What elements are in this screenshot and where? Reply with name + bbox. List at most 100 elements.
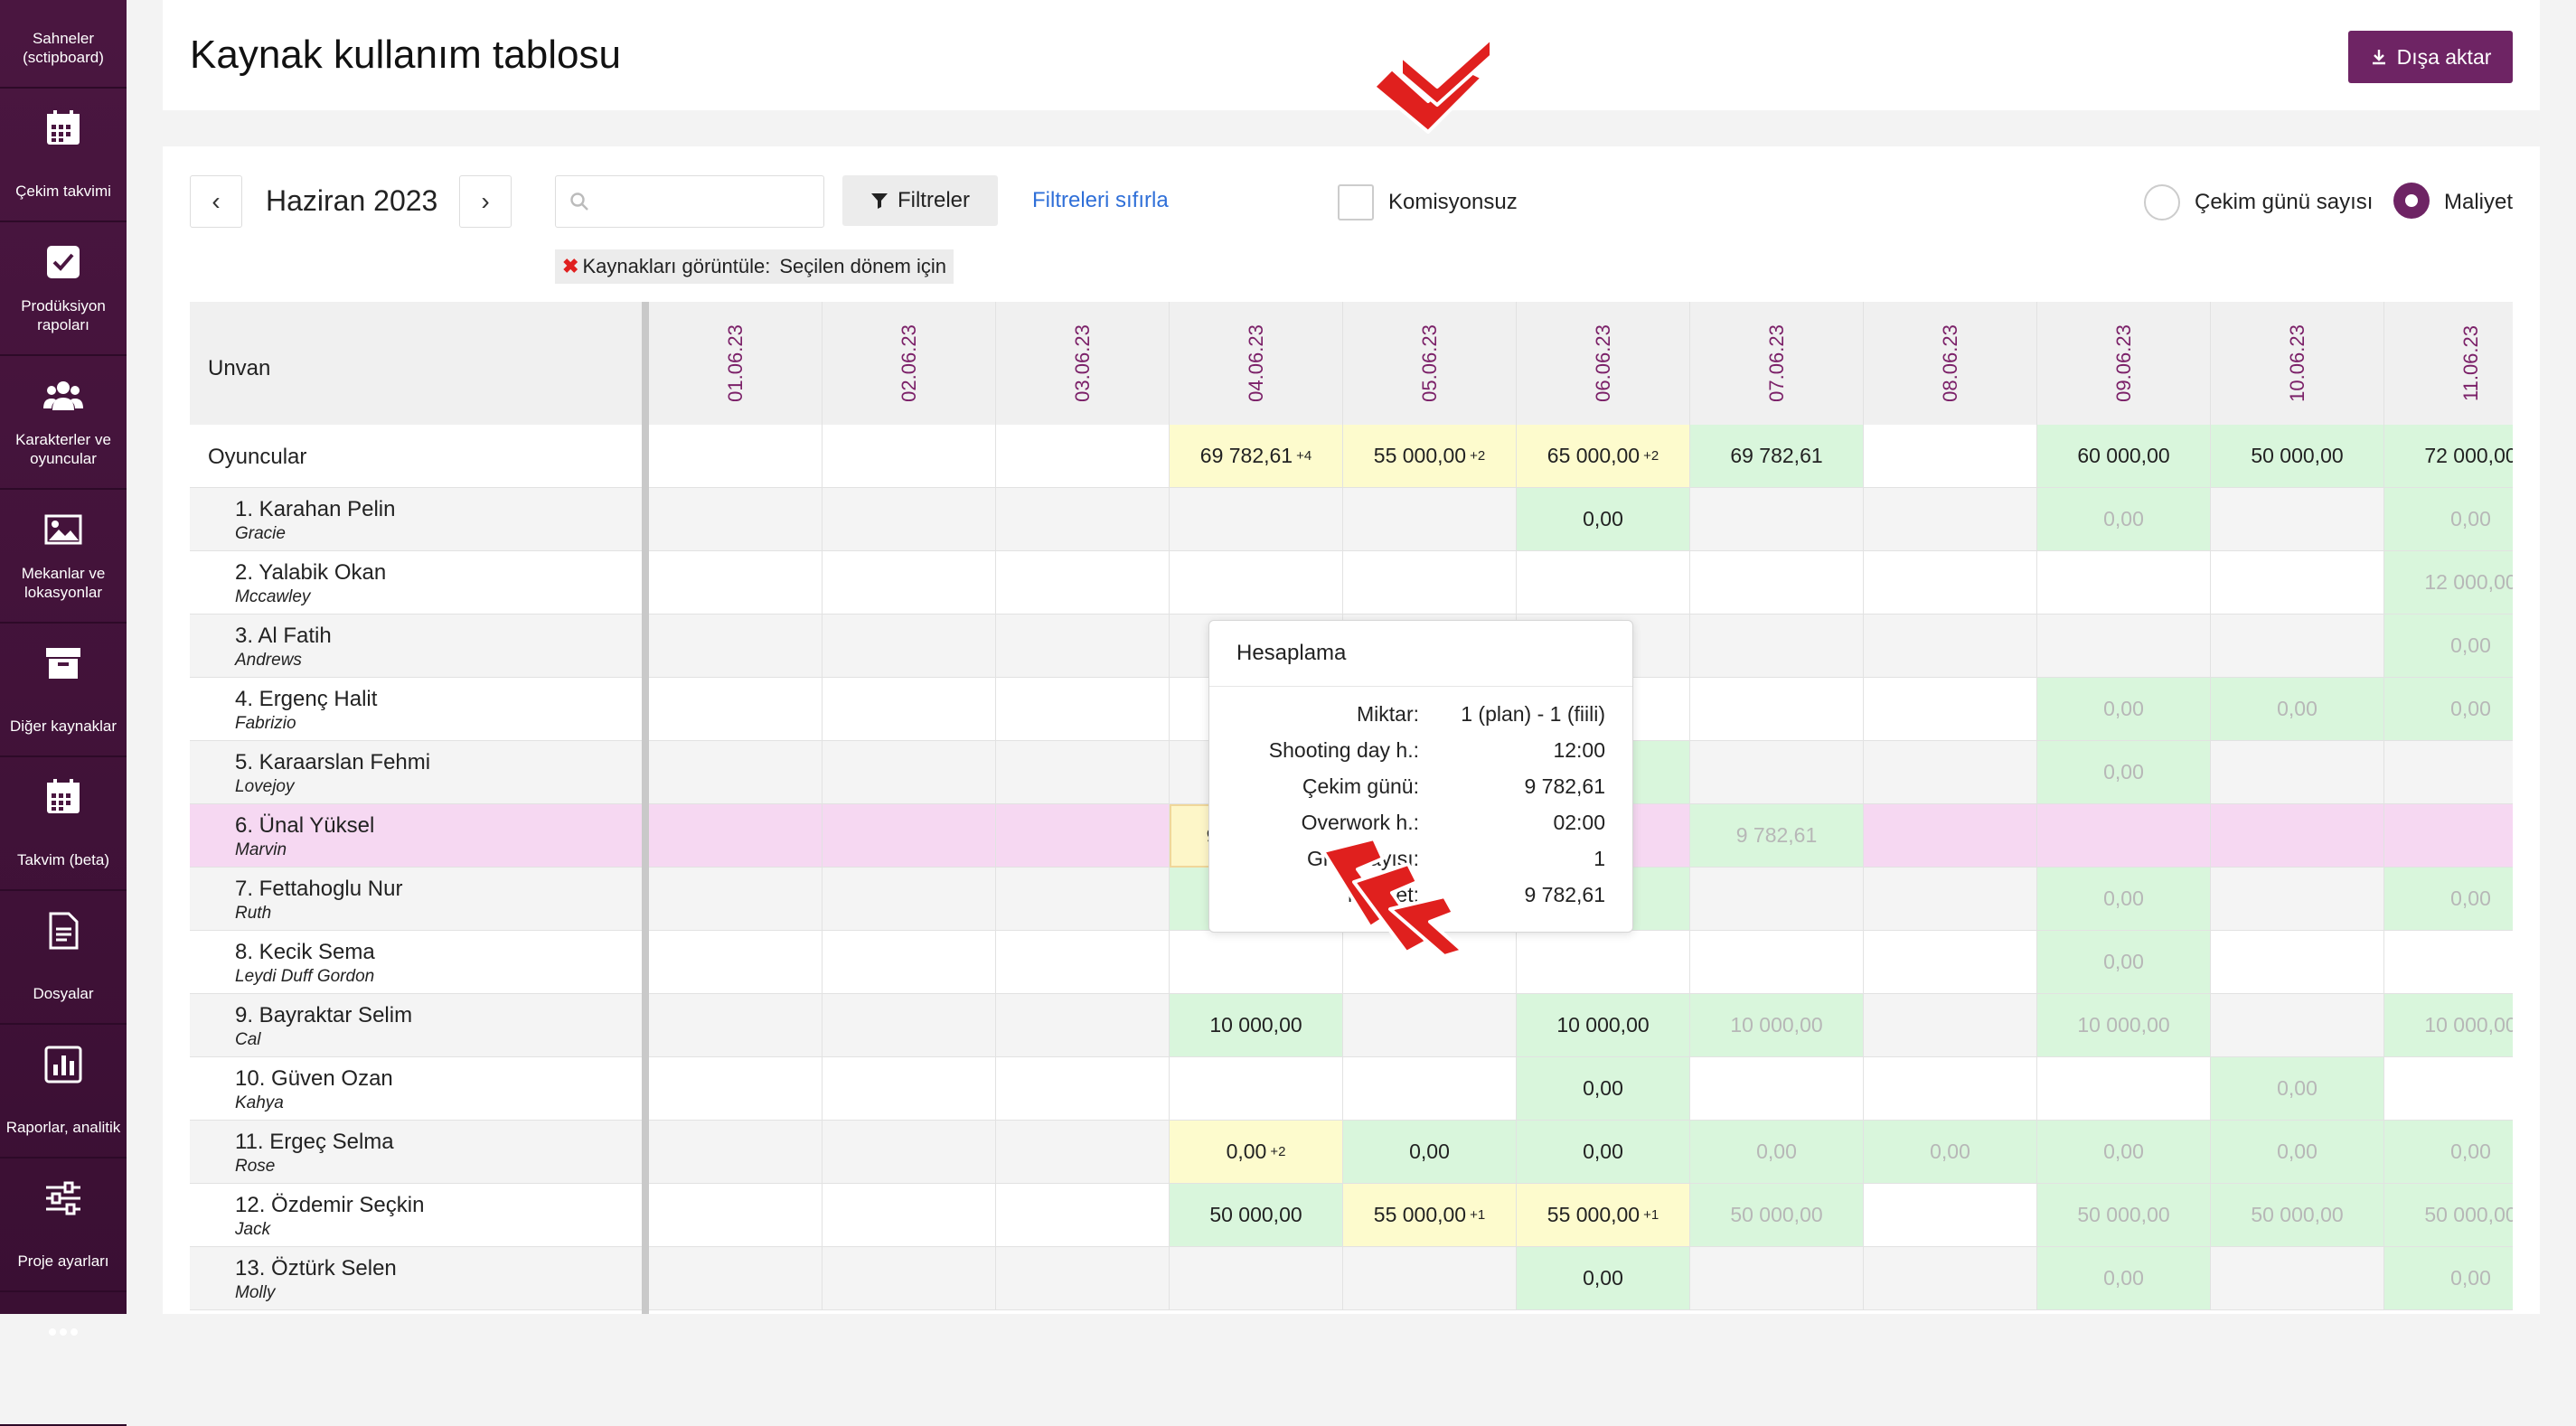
table-cell[interactable]: 0,00 — [1343, 1121, 1517, 1184]
commission-checkbox[interactable] — [1338, 184, 1374, 220]
table-cell[interactable]: 0,00 — [2037, 678, 2211, 741]
table-cell[interactable] — [1690, 931, 1864, 994]
table-group-row[interactable]: Oyuncular 69 782,61 +4 55 000,00 +2 65 000,00… — [190, 425, 2513, 488]
table-cell[interactable] — [2384, 1057, 2513, 1121]
table-cell[interactable]: 0,00 — [2384, 488, 2513, 551]
table-cell[interactable] — [996, 994, 1170, 1057]
export-button[interactable]: Dışa aktar — [2348, 31, 2513, 83]
table-cell[interactable]: 72 000,00 — [2384, 425, 2513, 488]
table-cell[interactable] — [996, 614, 1170, 678]
table-cell[interactable] — [2211, 931, 2384, 994]
table-cell[interactable] — [649, 1184, 823, 1247]
table-cell[interactable] — [649, 804, 823, 868]
table-cell[interactable]: 10 000,00 — [1170, 994, 1343, 1057]
table-cell[interactable] — [823, 678, 996, 741]
table-cell[interactable] — [1690, 868, 1864, 931]
table-cell[interactable]: 0,00 — [1517, 488, 1690, 551]
table-cell[interactable] — [2211, 551, 2384, 614]
table-cell[interactable] — [2211, 804, 2384, 868]
table-cell[interactable] — [996, 741, 1170, 804]
table-cell[interactable]: 0,00 — [2384, 868, 2513, 931]
table-cell[interactable] — [996, 425, 1170, 488]
table-cell[interactable] — [649, 425, 823, 488]
table-cell[interactable] — [1864, 804, 2037, 868]
column-divider[interactable] — [642, 302, 649, 1314]
table-row[interactable]: 13. Öztürk Selen Molly 0,00 0,00 0,00 — [190, 1247, 2513, 1310]
table-cell[interactable] — [1690, 614, 1864, 678]
table-cell[interactable] — [823, 614, 996, 678]
sidebar-item-5[interactable]: Mekanlar ve lokasyonlar — [0, 490, 127, 624]
table-cell[interactable]: 0,00 — [2211, 1057, 2384, 1121]
table-cell[interactable] — [1864, 994, 2037, 1057]
table-cell[interactable]: 65 000,00 +2 — [1517, 425, 1690, 488]
radio-cost[interactable] — [2393, 183, 2430, 219]
table-cell[interactable] — [2037, 804, 2211, 868]
table-cell[interactable]: 0,00 — [2211, 1121, 2384, 1184]
table-cell[interactable] — [1343, 994, 1517, 1057]
table-cell[interactable]: 0,00 — [2037, 868, 2211, 931]
table-cell[interactable] — [996, 551, 1170, 614]
table-cell[interactable] — [823, 1184, 996, 1247]
table-cell[interactable] — [823, 1247, 996, 1310]
table-cell[interactable]: 0,00 — [2384, 1121, 2513, 1184]
table-cell[interactable] — [996, 868, 1170, 931]
table-cell[interactable]: 0,00 — [2384, 614, 2513, 678]
table-cell[interactable] — [649, 931, 823, 994]
table-cell[interactable] — [1170, 1247, 1343, 1310]
table-cell[interactable]: 60 000,00 — [2037, 425, 2211, 488]
table-cell[interactable] — [649, 1247, 823, 1310]
table-cell[interactable]: 0,00 — [1690, 1121, 1864, 1184]
radio-shooting-days[interactable] — [2144, 184, 2180, 220]
sidebar-item-6[interactable]: Diğer kaynaklar — [0, 624, 127, 757]
table-cell[interactable] — [823, 741, 996, 804]
table-cell[interactable]: 0,00 — [2037, 1247, 2211, 1310]
sidebar-item-8[interactable]: Dosyalar — [0, 891, 127, 1025]
table-cell[interactable] — [649, 678, 823, 741]
table-row[interactable]: 2. Yalabik Okan Mccawley 12 000,00 — [190, 551, 2513, 614]
sidebar-item-9[interactable]: Raporlar, analitik — [0, 1025, 127, 1159]
table-cell[interactable]: 55 000,00 +1 — [1517, 1184, 1690, 1247]
table-cell[interactable]: 0,00 — [2037, 931, 2211, 994]
table-cell[interactable]: 10 000,00 — [2384, 994, 2513, 1057]
table-cell[interactable]: 10 000,00 — [1517, 994, 1690, 1057]
table-cell[interactable] — [996, 488, 1170, 551]
table-cell[interactable]: 12 000,00 — [2384, 551, 2513, 614]
table-cell[interactable]: 50 000,00 — [2211, 1184, 2384, 1247]
table-cell[interactable]: 50 000,00 — [2037, 1184, 2211, 1247]
table-cell[interactable] — [2211, 741, 2384, 804]
table-cell[interactable] — [649, 488, 823, 551]
sidebar-item-1[interactable]: Sahneler (sctipboard) — [0, 0, 127, 89]
sidebar-item-2[interactable]: Çekim takvimi — [0, 89, 127, 222]
table-cell[interactable] — [996, 804, 1170, 868]
table-cell[interactable] — [2211, 614, 2384, 678]
table-cell[interactable] — [823, 425, 996, 488]
table-cell[interactable] — [649, 868, 823, 931]
table-cell[interactable]: 69 782,61 — [1690, 425, 1864, 488]
table-cell[interactable] — [1517, 551, 1690, 614]
table-cell[interactable] — [1343, 1247, 1517, 1310]
table-cell[interactable] — [1864, 1247, 2037, 1310]
table-cell[interactable] — [1864, 868, 2037, 931]
remove-filter-icon[interactable]: ✖ — [562, 255, 578, 278]
table-cell[interactable] — [2211, 994, 2384, 1057]
table-cell[interactable]: 50 000,00 — [1690, 1184, 1864, 1247]
table-cell[interactable] — [1864, 741, 2037, 804]
table-row[interactable]: 10. Güven Ozan Kahya 0,00 0,00 — [190, 1057, 2513, 1121]
table-cell[interactable] — [1690, 1057, 1864, 1121]
table-cell[interactable] — [823, 868, 996, 931]
table-cell[interactable]: 50 000,00 — [2384, 1184, 2513, 1247]
table-cell[interactable] — [649, 1057, 823, 1121]
table-cell[interactable] — [996, 1121, 1170, 1184]
table-cell[interactable] — [2037, 1057, 2211, 1121]
table-cell[interactable] — [2037, 614, 2211, 678]
table-cell[interactable]: 0,00 — [1517, 1057, 1690, 1121]
table-row[interactable]: 12. Özdemir Seçkin Jack 50 000,00 55 000,00… — [190, 1184, 2513, 1247]
table-cell[interactable]: 0,00 — [2384, 678, 2513, 741]
table-cell[interactable] — [1343, 1057, 1517, 1121]
table-cell[interactable]: 0,00 — [2037, 1121, 2211, 1184]
table-cell[interactable] — [649, 1121, 823, 1184]
table-cell[interactable] — [823, 1121, 996, 1184]
table-cell[interactable] — [996, 678, 1170, 741]
table-cell[interactable] — [823, 551, 996, 614]
table-cell[interactable] — [823, 994, 996, 1057]
